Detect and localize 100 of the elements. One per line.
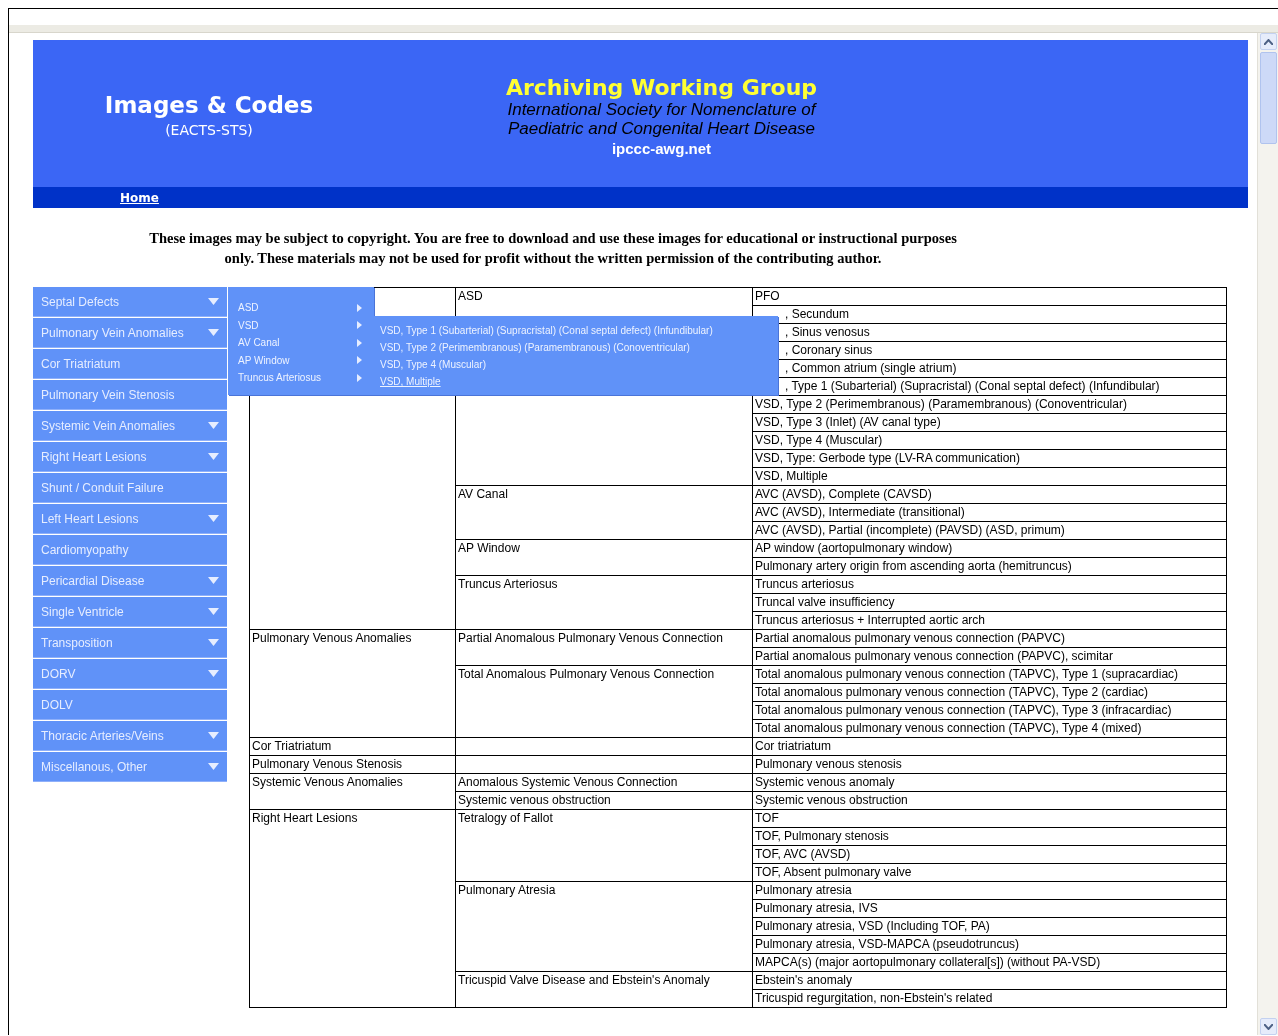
code-cell: Pulmonary artery origin from ascending aorta (hemitruncus) xyxy=(755,559,1072,573)
subcategory-cell: Total Anomalous Pulmonary Venous Connection xyxy=(458,667,715,681)
sidebar-label: Miscellanous, Other xyxy=(41,759,148,774)
sidebar-label: Transposition xyxy=(41,635,113,650)
subcategory-cell: Systemic venous obstruction xyxy=(458,793,611,807)
code-cell: TOF, AVC (AVSD) xyxy=(755,847,851,861)
code-cell: Truncus arteriosus + Interrupted aortic arch xyxy=(755,613,985,627)
sidebar-item[interactable]: Septal Defects xyxy=(33,287,227,317)
sidebar-label: Pulmonary Vein Stenosis xyxy=(41,387,175,402)
sidebar-item[interactable]: DOLV xyxy=(33,690,227,720)
sidebar-item[interactable]: Cor Triatriatum xyxy=(33,349,227,379)
code-cell-text: , Coronary sinus xyxy=(784,343,873,357)
sidebar-item[interactable]: Transposition xyxy=(33,628,227,658)
sidebar-item[interactable]: Systemic Vein Anomalies xyxy=(33,411,227,441)
menu-item[interactable]: VSD, Multiple xyxy=(380,376,778,393)
code-cell: TOF, Absent pulmonary valve xyxy=(755,865,912,879)
organization-name: International Society for Nomenclature of xyxy=(507,99,816,119)
code-cell: Total anomalous pulmonary venous connection (TAPVC), Type 1 (supracardiac) xyxy=(755,667,1179,681)
scroll-up-icon[interactable] xyxy=(1263,38,1273,45)
code-cell: AVC (AVSD), Partial (incomplete) (PAVSD) (ASD, primum) xyxy=(755,523,1065,537)
menu-label: Truncus Arteriosus xyxy=(238,372,321,384)
sidebar-item[interactable]: Pulmonary Vein Anomalies xyxy=(33,318,227,348)
code-cell: VSD, Type 2 (Perimembranous) (Paramembranous) (Conoventricular) xyxy=(755,397,1127,411)
site-title: Images & Codes xyxy=(104,91,314,118)
code-cell: Cor triatriatum xyxy=(755,739,831,753)
code-cell: MAPCA(s) (major aortopulmonary collateral[s]) (without PA-VSD) xyxy=(755,955,1101,969)
sidebar-item[interactable]: Miscellanous, Other xyxy=(33,752,227,782)
sidebar-item[interactable]: Pericardial Disease xyxy=(33,566,227,596)
code-cell-text: , Common atrium (single atrium) xyxy=(784,361,957,375)
website-address: ipccc-awg.net xyxy=(611,139,712,157)
menu-label: AV Canal xyxy=(238,337,280,349)
menu-label: ASD xyxy=(238,302,259,314)
code-cell: Truncus arteriosus xyxy=(755,577,854,591)
menu-item[interactable]: AV Canal xyxy=(228,334,374,352)
sidebar-item[interactable]: Thoracic Arteries/Veins xyxy=(33,721,227,751)
menu-label: VSD xyxy=(238,319,259,331)
dropdown-arrow-icon xyxy=(208,422,219,429)
sidebar-label: Right Heart Lesions xyxy=(41,449,147,464)
menu-item[interactable]: VSD, Type 4 (Muscular) xyxy=(380,359,778,376)
code-cell: AVC (AVSD), Complete (CAVSD) xyxy=(755,487,932,501)
category-cell: Systemic Venous Anomalies xyxy=(252,775,403,789)
code-cell: VSD, Type: Gerbode type (LV-RA communication) xyxy=(755,451,1020,465)
code-cell: VSD, Type 4 (Muscular) xyxy=(755,433,883,447)
code-cell: Tricuspid regurgitation, non-Ebstein's related xyxy=(755,991,993,1005)
code-cell: Ebstein's anomaly xyxy=(755,973,852,987)
sidebar-label: Septal Defects xyxy=(41,294,120,309)
subcategory-cell: Anomalous Systemic Venous Connection xyxy=(458,775,678,789)
sidebar-label: Pericardial Disease xyxy=(41,573,145,588)
code-cell: Truncal valve insufficiency xyxy=(755,595,895,609)
subcategory-cell: ASD xyxy=(458,289,483,303)
menu-item[interactable]: VSD, Type 2 (Perimembranous) (Paramembranous) (Conoventricular) xyxy=(380,342,778,359)
code-cell: Pulmonary atresia xyxy=(755,883,852,897)
subcategory-cell: Tetralogy of Fallot xyxy=(458,811,553,825)
code-cell: Partial anomalous pulmonary venous connection (PAPVC) xyxy=(755,631,1065,645)
sidebar-item[interactable]: Pulmonary Vein Stenosis xyxy=(33,380,227,410)
category-cell: Pulmonary Venous Stenosis xyxy=(252,757,403,771)
dropdown-arrow-icon xyxy=(208,639,219,646)
sidebar-label: Systemic Vein Anomalies xyxy=(41,418,176,433)
sidebar-item[interactable]: Right Heart Lesions xyxy=(33,442,227,472)
menu-item[interactable]: VSD xyxy=(228,316,374,334)
code-cell: PFO xyxy=(755,289,780,303)
sidebar-label: Cor Triatriatum xyxy=(41,356,121,371)
subcategory-cell: Truncus Arteriosus xyxy=(458,577,558,591)
scrollbar-thumb[interactable] xyxy=(1259,52,1277,144)
dropdown-arrow-icon xyxy=(208,732,219,739)
code-cell: AVC (AVSD), Intermediate (transitional) xyxy=(755,505,965,519)
code-cell: VSD, Multiple xyxy=(755,469,828,483)
scrollbar[interactable] xyxy=(1257,33,1278,1035)
subcategory-cell: AV Canal xyxy=(458,487,508,501)
scroll-down-icon[interactable] xyxy=(1263,1023,1273,1030)
sidebar-label: Thoracic Arteries/Veins xyxy=(41,728,164,743)
code-cell: Pulmonary atresia, IVS xyxy=(755,901,878,915)
dropdown-arrow-icon xyxy=(208,329,219,336)
code-cell: VSD, Type 3 (Inlet) (AV canal type) xyxy=(755,415,941,429)
menu-item[interactable]: VSD, Type 1 (Subarterial) (Supracristal) (Conal septal defect) (Infundibular) xyxy=(380,325,778,342)
sidebar-item[interactable]: Cardiomyopathy xyxy=(33,535,227,565)
sidebar-label: Single Ventricle xyxy=(41,604,124,619)
menu-item[interactable]: Truncus Arteriosus xyxy=(228,369,374,387)
sidebar-item[interactable]: Single Ventricle xyxy=(33,597,227,627)
sidebar-item[interactable]: DORV xyxy=(33,659,227,689)
home-link[interactable]: Home xyxy=(120,190,159,205)
subcategory-cell: AP Window xyxy=(458,541,520,555)
dropdown-arrow-icon xyxy=(208,763,219,770)
subcategory-cell: Pulmonary Atresia xyxy=(458,883,556,897)
dropdown-arrow-icon xyxy=(208,298,219,305)
category-cell: Right Heart Lesions xyxy=(252,811,358,825)
category-cell: Pulmonary Venous Anomalies xyxy=(252,631,412,645)
code-cell: Total anomalous pulmonary venous connection (TAPVC), Type 2 (cardiac) xyxy=(755,685,1149,699)
sidebar-item[interactable]: Shunt / Conduit Failure xyxy=(33,473,227,503)
sidebar-item[interactable]: Left Heart Lesions xyxy=(33,504,227,534)
code-cell: TOF, Pulmonary stenosis xyxy=(755,829,889,843)
sidebar-label: DORV xyxy=(41,666,76,681)
menu-item[interactable]: ASD xyxy=(228,299,374,317)
code-cell: Systemic venous anomaly xyxy=(755,775,895,789)
category-cell: Cor Triatriatum xyxy=(252,739,332,753)
sidebar-label: Left Heart Lesions xyxy=(41,511,139,526)
dropdown-arrow-icon xyxy=(208,515,219,522)
code-cell: Total anomalous pulmonary venous connection (TAPVC), Type 4 (mixed) xyxy=(755,721,1142,735)
menu-item[interactable]: AP Window xyxy=(228,351,374,369)
code-cell: Pulmonary atresia, VSD (Including TOF, PA) xyxy=(755,919,990,933)
